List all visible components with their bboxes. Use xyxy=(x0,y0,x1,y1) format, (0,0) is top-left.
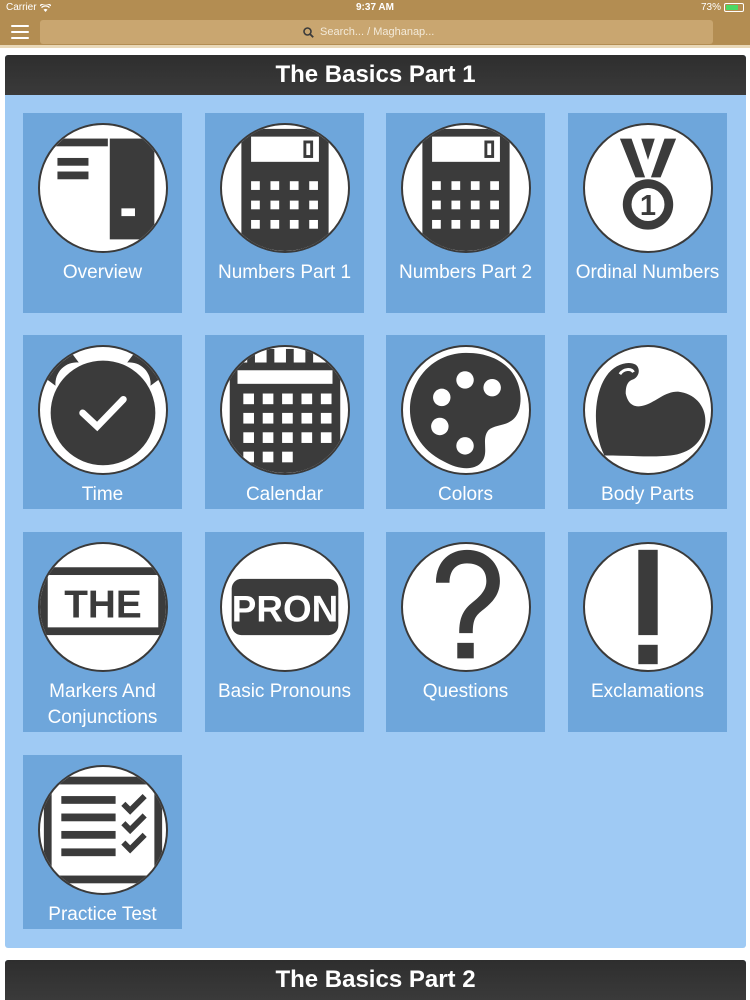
tile-basic-pronouns[interactable]: PRON Basic Pronouns xyxy=(205,532,364,732)
tile-colors[interactable]: Colors xyxy=(386,335,545,509)
exclamation-mark-icon xyxy=(582,542,713,672)
tile-label: Body Parts xyxy=(601,484,694,505)
tile-label: Calendar xyxy=(245,484,324,505)
battery-indicator: 73% xyxy=(701,2,744,13)
tile-numbers-part-2[interactable]: Numbers Part 2 xyxy=(386,113,545,313)
overview-icon xyxy=(37,123,168,253)
tile-markers-and-conjunctions[interactable]: THE Markers And Conjunctions xyxy=(23,532,182,732)
svg-text:PRON: PRON xyxy=(231,589,337,630)
section-title: The Basics Part 1 xyxy=(5,55,746,95)
alarm-clock-icon xyxy=(37,345,168,475)
tile-label: Numbers Part 2 xyxy=(398,262,533,283)
tile-label: Colors xyxy=(438,484,493,505)
nav-bar xyxy=(0,16,750,48)
svg-text:THE: THE xyxy=(64,584,142,627)
tile-calendar[interactable]: Calendar xyxy=(205,335,364,509)
status-bar: Carrier 9:37 AM 73% xyxy=(0,0,750,16)
palette-icon xyxy=(400,345,531,475)
tile-label: Ordinal Numbers xyxy=(575,262,720,283)
battery-percent: 73% xyxy=(700,2,721,13)
calendar-icon xyxy=(219,345,350,475)
calculator-icon xyxy=(219,123,350,253)
clock: 9:37 AM xyxy=(356,2,394,13)
search-icon xyxy=(303,26,314,38)
tile-label: Time xyxy=(81,484,124,505)
tile-practice-test[interactable]: Practice Test xyxy=(23,755,182,929)
pronoun-icon: PRON xyxy=(219,542,350,672)
tile-ordinal-numbers[interactable]: 1 Ordinal Numbers xyxy=(568,113,727,313)
the-marker-icon: THE xyxy=(37,542,168,672)
tile-label: Exclamations xyxy=(591,681,704,702)
tile-body-parts[interactable]: Body Parts xyxy=(568,335,727,509)
tile-questions[interactable]: Questions xyxy=(386,532,545,732)
section-basics-part-2[interactable]: The Basics Part 2 xyxy=(5,960,746,1000)
tile-label: Practice Test xyxy=(48,904,157,925)
checklist-icon xyxy=(37,765,168,895)
tile-exclamations[interactable]: Exclamations xyxy=(568,532,727,732)
medal-icon: 1 xyxy=(582,123,713,253)
tile-overview[interactable]: Overview xyxy=(23,113,182,313)
question-mark-icon xyxy=(400,542,531,672)
section-title: The Basics Part 2 xyxy=(5,960,746,1000)
tile-label: Basic Pronouns xyxy=(217,681,352,702)
tile-numbers-part-1[interactable]: Numbers Part 1 xyxy=(205,113,364,313)
tile-label: Overview xyxy=(62,262,143,283)
flexed-arm-icon xyxy=(582,345,713,475)
battery-icon xyxy=(724,3,744,12)
tile-time[interactable]: Time xyxy=(23,335,182,509)
tile-label: Questions xyxy=(422,681,509,702)
tile-label: Markers And Conjunctions xyxy=(47,681,158,728)
tile-label: Numbers Part 1 xyxy=(217,262,352,283)
calculator-icon xyxy=(400,123,531,253)
search-input[interactable] xyxy=(320,26,450,38)
search-bar[interactable] xyxy=(40,20,713,44)
svg-text:1: 1 xyxy=(639,190,655,222)
section-basics-part-1: The Basics Part 1 Overview Numbers Part … xyxy=(5,55,746,948)
hamburger-menu-icon[interactable] xyxy=(10,24,30,40)
